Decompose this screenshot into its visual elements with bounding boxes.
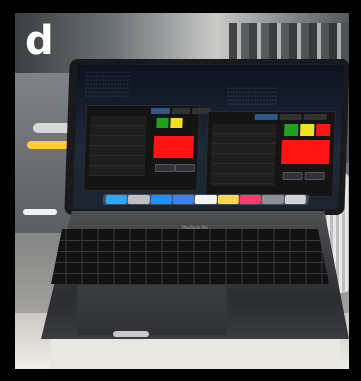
status-yellow-light [170,118,183,128]
keyboard-row-divider [51,262,329,263]
trackpad[interactable] [77,285,227,335]
figure-frame: d ::::::::::::::::::::::::::::::::::::::… [0,0,361,381]
finder-icon[interactable] [105,195,128,204]
tab-bar[interactable] [254,114,327,120]
status-red-light [316,124,331,136]
status-yellow-light [300,124,315,136]
status-red-indicator [281,140,330,164]
keyboard-row-divider [51,251,329,252]
notes-icon[interactable] [217,195,239,204]
keyboard [51,229,329,284]
control-button[interactable] [174,164,196,172]
data-table [88,116,147,176]
control-button[interactable] [282,172,303,180]
control-panel-left [83,105,212,191]
tab[interactable] [171,108,191,114]
music-icon[interactable] [239,195,262,204]
tab[interactable] [303,114,327,120]
trash-icon[interactable] [284,195,306,204]
status-green-light [156,118,169,128]
tab[interactable] [150,108,170,114]
settings-icon[interactable] [261,195,284,204]
control-panel-right [204,111,336,197]
keyboard-row-divider [51,273,329,274]
calendar-icon[interactable] [194,195,217,204]
desktop: ::::::::::::::::::::::::::::::::::::::::… [72,65,344,209]
photo: d ::::::::::::::::::::::::::::::::::::::… [15,13,349,369]
control-button[interactable] [154,164,176,172]
data-table [210,124,277,186]
laptop-front-notch [113,331,149,337]
status-green-light [284,124,299,136]
terminal-window-left: ::::::::::::::::::::::::::::::::::::::::… [84,71,131,98]
panel-label: d [25,18,54,64]
tab[interactable] [254,114,278,120]
control-button[interactable] [304,172,325,180]
cable [27,141,69,149]
launchpad-icon[interactable] [127,195,150,204]
cable [23,209,57,215]
status-red-indicator [153,136,195,158]
tab[interactable] [279,114,303,120]
dock [102,194,310,205]
keyboard-row-divider [51,240,329,241]
terminal-window-right: ::::::::::::::::::::::::::::::::::::::::… [226,87,278,106]
tab-bar[interactable] [150,108,212,114]
laptop-screen: ::::::::::::::::::::::::::::::::::::::::… [72,65,344,209]
mail-icon[interactable] [172,195,195,204]
safari-icon[interactable] [150,195,172,204]
